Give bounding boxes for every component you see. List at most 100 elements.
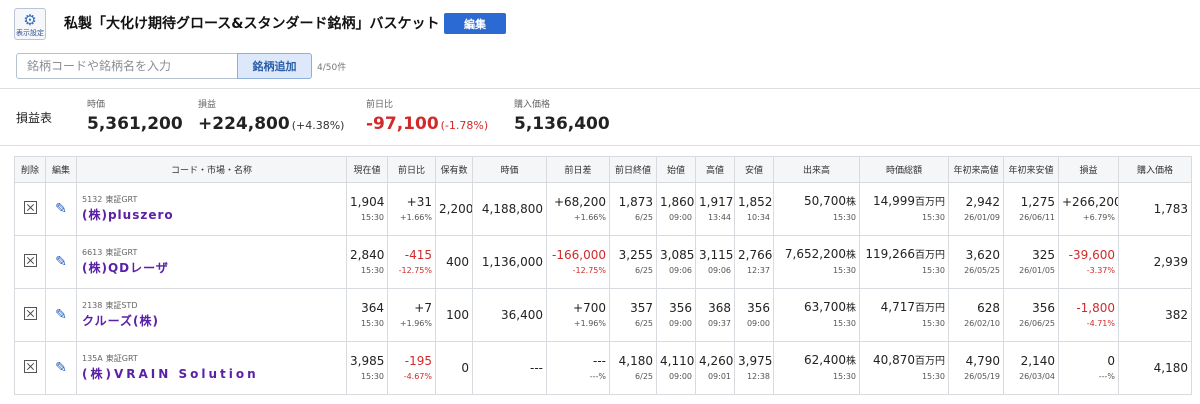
add-stock-button[interactable]: 銘柄追加 [237, 53, 312, 79]
high-sub: 13:44 [707, 212, 731, 222]
cap-time: 15:30 [921, 266, 945, 275]
prev-close-cell: 1,873 6/25 [609, 182, 657, 236]
value-cell: 36,400 [472, 288, 547, 342]
table-row: ✎ 5132 東証GRT (株)pluszero 1,904 15:30 +31 +1.66%… [14, 182, 1192, 236]
volume-cell: 50,700株 15:30 [773, 182, 860, 236]
year-high-cell: 3,620 26/05/25 [948, 235, 1004, 289]
million-yen-unit: 百万円 [915, 303, 945, 314]
delete-icon[interactable] [23, 307, 37, 320]
delete-cell[interactable] [14, 341, 46, 395]
stock-name-link[interactable]: クルーズ(株) [82, 313, 343, 330]
delete-icon[interactable] [23, 360, 37, 373]
value-cell: 4,188,800 [472, 182, 547, 236]
holdings-table: 削除 編集 コード・市場・名称 現在値 前日比 保有数 時価 前日差 前日終値 … [14, 156, 1192, 395]
edit-cell[interactable]: ✎ [45, 235, 77, 289]
edit-cell[interactable]: ✎ [45, 288, 77, 342]
stock-code-market: 5132 東証GRT [82, 194, 343, 205]
pencil-icon[interactable]: ✎ [55, 308, 67, 322]
prev-value: 3,255 [618, 247, 653, 262]
delete-icon[interactable] [23, 201, 37, 214]
qty-cell: 400 [435, 235, 473, 289]
profit-loss-cell: -39,600 -3.37% [1058, 235, 1119, 289]
qty-value: 100 [446, 307, 469, 322]
delete-cell[interactable] [14, 182, 46, 236]
price-value: 1,904 [350, 194, 385, 209]
vol-time: 15:30 [832, 266, 856, 275]
high-value: 368 [708, 300, 731, 315]
col-header: 出来高 [773, 156, 860, 183]
vol-value: 7,652,200 [784, 247, 846, 261]
col-header: 現在値 [346, 156, 388, 183]
stock-name-cell: 135A 東証GRT (株)VRAIN Solution [76, 341, 347, 395]
col-header: 編集 [45, 156, 77, 183]
pencil-icon[interactable]: ✎ [55, 202, 67, 216]
prev-close-cell: 357 6/25 [609, 288, 657, 342]
year-low-cell: 356 26/06/25 [1003, 288, 1059, 342]
cost-amount: 5,136,400 [514, 114, 610, 134]
col-header: 始値 [656, 156, 696, 183]
summary-change: 前日比 -97,100 (-1.78%) [366, 97, 488, 134]
value-cell: --- [472, 341, 547, 395]
stock-market: 東証GRT [105, 354, 138, 363]
pencil-icon[interactable]: ✎ [55, 361, 67, 375]
stock-code: 5132 [82, 195, 103, 204]
cap-value: 14,999 [873, 194, 915, 208]
edit-cell[interactable]: ✎ [45, 341, 77, 395]
yl-sub: 26/06/25 [1019, 318, 1055, 328]
value-value: 4,188,800 [481, 201, 543, 216]
table-row: ✎ 135A 東証GRT (株)VRAIN Solution 3,985 15:30 -19… [14, 341, 1192, 395]
qty-cell: 2,200 [435, 182, 473, 236]
col-header: 時価総額 [859, 156, 949, 183]
stock-code: 6613 [82, 248, 103, 257]
low-cell: 3,975 12:38 [734, 341, 774, 395]
edit-cell[interactable]: ✎ [45, 182, 77, 236]
edit-button[interactable]: 編集 [444, 13, 506, 34]
pl-value: -39,600 [1068, 247, 1115, 262]
pencil-icon[interactable]: ✎ [55, 255, 67, 269]
price-cell: 2,840 15:30 [346, 235, 388, 289]
change-cell: +7 +1.96% [387, 288, 436, 342]
price-sub: 15:30 [360, 371, 384, 381]
col-header: 時価 [472, 156, 547, 183]
diff-value: +700 [573, 300, 606, 315]
yl-sub: 26/06/11 [1019, 212, 1055, 222]
open-cell: 1,860 09:00 [656, 182, 696, 236]
stock-name-link[interactable]: (株)QDレーザ [82, 260, 343, 277]
yh-sub: 26/01/09 [964, 212, 1000, 222]
price-sub: 15:30 [360, 265, 384, 275]
high-value: 3,115 [699, 247, 734, 262]
delete-icon[interactable] [23, 254, 37, 267]
stock-code-market: 135A 東証GRT [82, 353, 343, 364]
market-cap-cell: 4,717百万円 15:30 [859, 288, 949, 342]
price-cell: 1,904 15:30 [346, 182, 388, 236]
cost-value: 1,783 [1153, 201, 1188, 216]
stock-code: 2138 [82, 301, 103, 310]
summary-market-value: 時価 5,361,200 [87, 97, 183, 134]
delete-cell[interactable] [14, 235, 46, 289]
col-header: 削除 [14, 156, 46, 183]
profit-loss-cell: 0 ---% [1058, 341, 1119, 395]
prev-value: 357 [630, 300, 653, 315]
million-yen-unit: 百万円 [915, 250, 945, 261]
display-settings-button[interactable]: ⚙ 表示設定 [14, 8, 46, 40]
stock-search-input[interactable] [16, 53, 237, 79]
change-percent: (-1.78%) [440, 119, 489, 132]
stock-name-link[interactable]: (株)VRAIN Solution [82, 366, 343, 383]
table-body: ✎ 5132 東証GRT (株)pluszero 1,904 15:30 +31 +1.66%… [14, 182, 1192, 395]
yl-sub: 26/03/04 [1019, 371, 1055, 381]
delete-cell[interactable] [14, 288, 46, 342]
yh-value: 2,942 [965, 194, 1000, 209]
stock-name-link[interactable]: (株)pluszero [82, 207, 343, 224]
open-value: 3,085 [660, 247, 695, 262]
low-sub: 09:00 [746, 318, 770, 328]
value-value: 36,400 [501, 307, 543, 322]
low-value: 3,975 [738, 353, 773, 368]
high-cell: 368 09:37 [695, 288, 735, 342]
million-yen-unit: 百万円 [915, 197, 945, 208]
col-header: 前日比 [387, 156, 436, 183]
col-header: コード・市場・名称 [76, 156, 347, 183]
price-value: 364 [361, 300, 384, 315]
profit-percent: (+4.38%) [291, 119, 345, 132]
high-cell: 4,260 09:01 [695, 341, 735, 395]
qty-value: 400 [446, 254, 469, 269]
